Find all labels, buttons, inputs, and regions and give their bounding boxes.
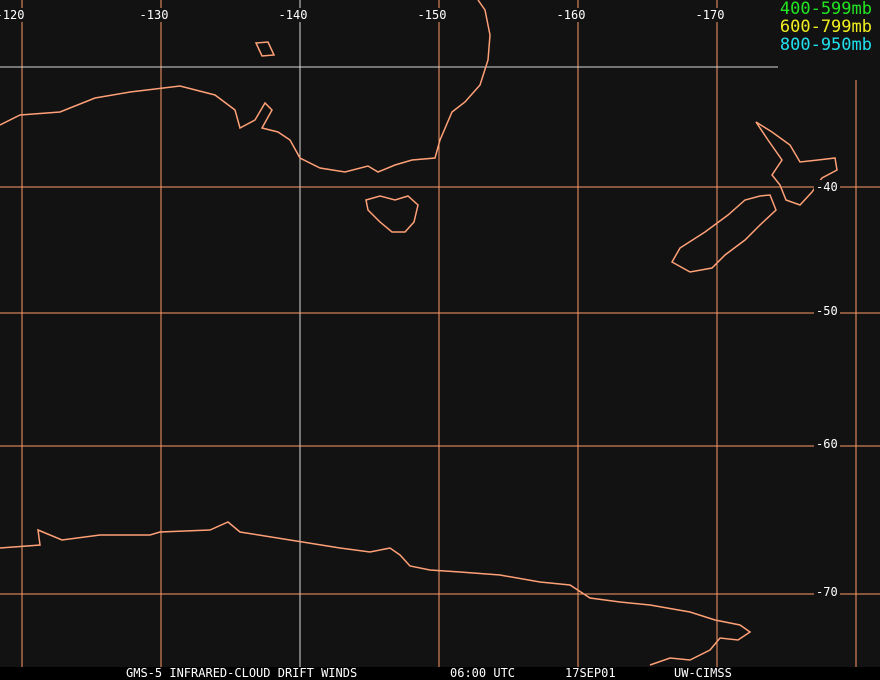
australia-coastline bbox=[0, 0, 491, 173]
longitude-label: -170 bbox=[693, 8, 727, 22]
legend-entry-400-599: 400-599mb bbox=[779, 0, 872, 19]
graticule bbox=[0, 0, 880, 667]
longitude-label: -130 bbox=[137, 8, 171, 22]
time-label: 06:00 UTC bbox=[450, 666, 516, 680]
latitude-label: -40 bbox=[814, 180, 840, 194]
pressure-legend: 400-599mb 600-799mb 800-950mb bbox=[780, 0, 872, 54]
longitude-label: -120 bbox=[0, 8, 27, 22]
island-coastline bbox=[254, 41, 276, 57]
longitude-label: -140 bbox=[276, 8, 310, 22]
latitude-label: -50 bbox=[814, 304, 840, 318]
latitude-label: -70 bbox=[814, 585, 840, 599]
source-label: UW-CIMSS bbox=[674, 666, 732, 680]
date-label: 17SEP01 bbox=[565, 666, 616, 680]
map-graticule-and-coastlines bbox=[0, 0, 880, 667]
footer-caption: GMS-5 INFRARED-CLOUD DRIFT WINDS 06:00 U… bbox=[0, 667, 880, 680]
legend-entry-800-950: 800-950mb bbox=[779, 35, 872, 55]
product-title: GMS-5 INFRARED-CLOUD DRIFT WINDS bbox=[126, 666, 358, 680]
legend-entry-600-799: 600-799mb bbox=[779, 17, 872, 37]
new-zealand-south-island bbox=[670, 194, 777, 273]
longitude-label: -150 bbox=[415, 8, 449, 22]
longitude-label: -160 bbox=[554, 8, 588, 22]
satellite-wind-map: -120 -130 -140 -150 -160 -170 -40 -50 -6… bbox=[0, 0, 880, 680]
tasmania-coastline bbox=[365, 195, 419, 233]
latitude-label: -60 bbox=[814, 437, 840, 451]
